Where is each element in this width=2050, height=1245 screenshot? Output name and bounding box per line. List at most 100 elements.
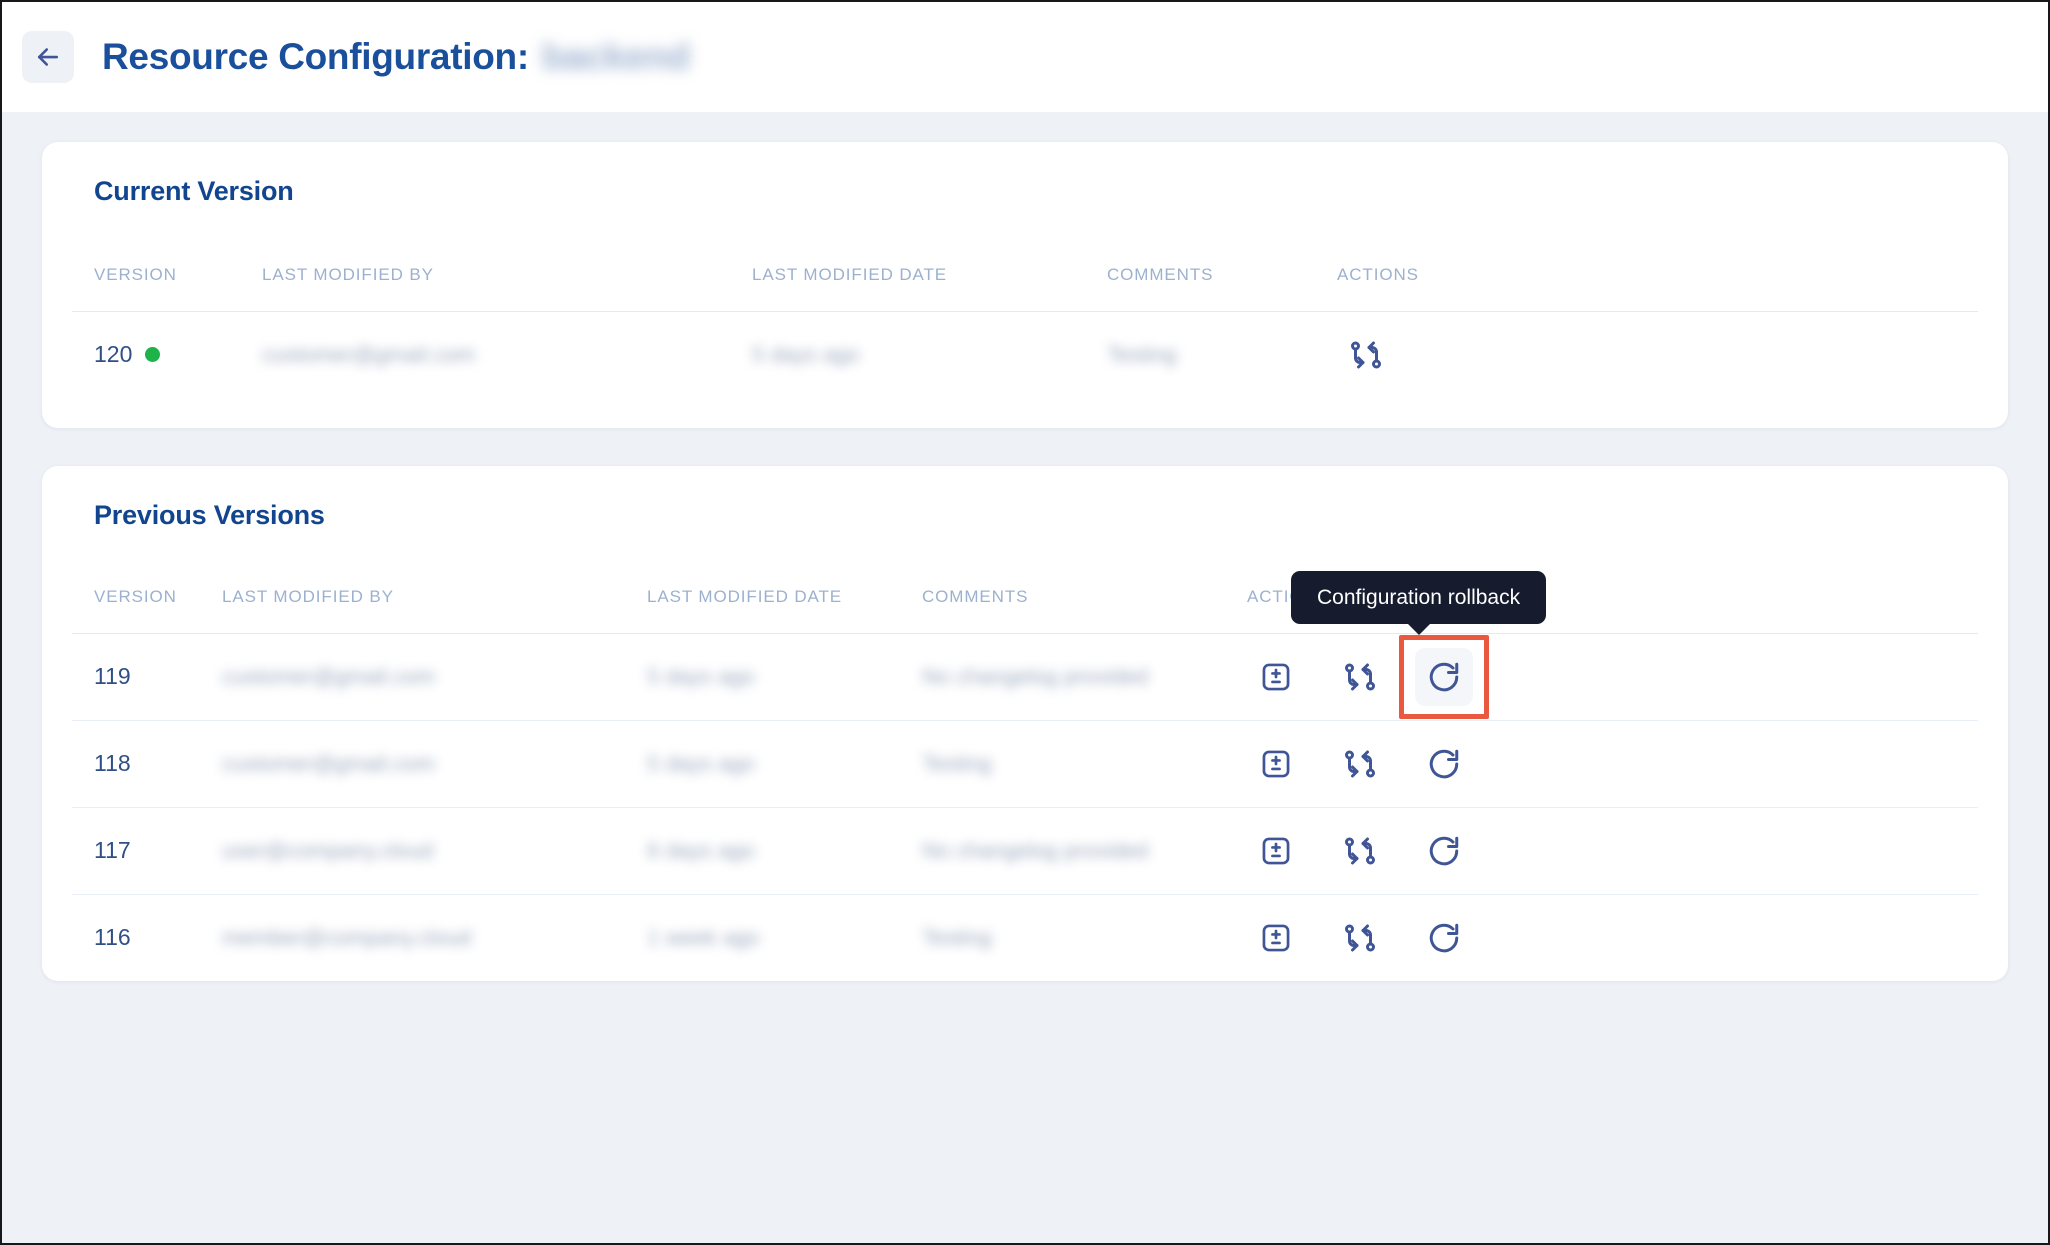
cell-actions <box>1247 720 1978 808</box>
rollback-button[interactable] <box>1415 735 1473 793</box>
rollback-button[interactable] <box>1415 822 1473 880</box>
cell-comments: Testing <box>1107 312 1337 398</box>
cell-modified-by: customer@gmail.com <box>222 720 647 808</box>
tooltip: Configuration rollback <box>1291 570 1547 624</box>
modified-by-value: user@company.cloud <box>222 837 434 863</box>
cell-modified-by: customer@gmail.com <box>262 312 752 398</box>
cell-comments: No changelog provided <box>922 633 1247 721</box>
diff-button[interactable] <box>1247 648 1305 706</box>
rollback-button[interactable]: Configuration rollback <box>1291 570 1547 719</box>
page-title-prefix: Resource Configuration: <box>102 36 529 77</box>
compare-icon <box>1348 337 1384 373</box>
diff-icon <box>1259 921 1293 955</box>
cell-modified-by: member@company.cloud <box>222 894 647 981</box>
table-row: 119 customer@gmail.com 5 days ago No cha… <box>72 570 1978 721</box>
page-title: Resource Configuration: backend <box>102 36 690 78</box>
cell-actions <box>1337 312 1978 398</box>
cell-comments: Testing <box>922 894 1247 981</box>
cell-comments: Testing <box>922 720 1247 808</box>
status-dot-active <box>145 347 161 363</box>
column-header-comments: COMMENTS <box>1107 207 1337 312</box>
arrow-left-icon <box>33 42 63 72</box>
modified-by-value: member@company.cloud <box>222 924 472 950</box>
rollback-icon <box>1426 833 1462 869</box>
current-version-card: Current Version VERSION LAST MODIFIED BY… <box>42 142 2008 428</box>
rollback-icon <box>1426 920 1462 956</box>
compare-button[interactable] <box>1331 735 1389 793</box>
table-row: 116 member@company.cloud 1 week ago Test… <box>72 894 1978 981</box>
cell-actions <box>1247 807 1978 895</box>
resource-name: backend <box>541 36 690 77</box>
modified-by-value: customer@gmail.com <box>222 750 436 776</box>
version-number: 120 <box>94 341 133 368</box>
diff-icon <box>1259 747 1293 781</box>
diff-button[interactable] <box>1247 822 1305 880</box>
comments-value: Testing <box>922 750 992 776</box>
compare-icon <box>1342 833 1378 869</box>
cell-modified-date: 1 week ago <box>647 894 922 981</box>
modified-date-value: 6 days ago <box>647 837 755 863</box>
compare-button[interactable] <box>1331 909 1389 967</box>
table-row: 118 customer@gmail.com 5 days ago Testin… <box>72 720 1978 808</box>
previous-versions-table-body: 119 customer@gmail.com 5 days ago No cha… <box>72 570 1978 981</box>
comments-value: Testing <box>1107 341 1177 367</box>
cell-version: 117 <box>72 807 222 895</box>
table-row: 120 customer@gmail.com 5 days ago Testin… <box>72 312 1978 398</box>
compare-button[interactable] <box>1331 648 1389 706</box>
comments-value: Testing <box>922 924 992 950</box>
comments-value: No changelog provided <box>922 837 1149 863</box>
cell-modified-date: 5 days ago <box>647 720 922 808</box>
modified-date-value: 5 days ago <box>647 750 755 776</box>
cell-comments: No changelog provided <box>922 807 1247 895</box>
diff-button[interactable] <box>1247 735 1305 793</box>
back-button[interactable] <box>22 31 74 83</box>
previous-versions-card: Previous Versions VERSION LAST MODIFIED … <box>42 465 2008 982</box>
modified-date-value: 5 days ago <box>647 663 755 689</box>
version-number: 118 <box>94 750 131 776</box>
page-header: Resource Configuration: backend <box>2 2 2048 112</box>
table-header-row: VERSION LAST MODIFIED BY LAST MODIFIED D… <box>72 530 1978 634</box>
compare-icon <box>1342 659 1378 695</box>
column-header-modified-by: LAST MODIFIED BY <box>222 530 647 634</box>
cell-modified-date: 6 days ago <box>647 807 922 895</box>
column-header-modified-date: LAST MODIFIED DATE <box>647 530 922 634</box>
diff-icon <box>1259 834 1293 868</box>
cell-modified-date: 5 days ago <box>647 633 922 721</box>
rollback-button[interactable] <box>1415 909 1473 967</box>
table-header-row: VERSION LAST MODIFIED BY LAST MODIFIED D… <box>72 207 1978 312</box>
diff-button[interactable] <box>1247 909 1305 967</box>
column-header-actions: ACTIONS <box>1337 207 1978 312</box>
column-header-modified-by: LAST MODIFIED BY <box>262 207 752 312</box>
version-number: 119 <box>94 663 131 689</box>
cell-version: 119 <box>72 633 222 721</box>
previous-versions-title: Previous Versions <box>94 499 325 530</box>
previous-versions-table: VERSION LAST MODIFIED BY LAST MODIFIED D… <box>72 530 1978 982</box>
column-header-comments: COMMENTS <box>922 530 1247 634</box>
cell-version: 120 <box>72 312 262 398</box>
modified-by-value: customer@gmail.com <box>222 663 436 689</box>
compare-button[interactable] <box>1331 822 1389 880</box>
diff-icon <box>1259 660 1293 694</box>
cell-version: 118 <box>72 720 222 808</box>
compare-button[interactable] <box>1337 326 1395 384</box>
previous-versions-table-head: VERSION LAST MODIFIED BY LAST MODIFIED D… <box>72 530 1978 634</box>
modified-date-value: 1 week ago <box>647 924 760 950</box>
cell-modified-date: 5 days ago <box>752 312 1107 398</box>
cell-modified-by: customer@gmail.com <box>222 633 647 721</box>
table-row: 117 user@company.cloud 6 days ago No cha… <box>72 807 1978 895</box>
modified-by-value: customer@gmail.com <box>262 341 476 367</box>
rollback-icon <box>1426 746 1462 782</box>
column-header-version: VERSION <box>72 530 222 634</box>
rollback-icon <box>1426 659 1462 695</box>
current-version-table-body: 120 customer@gmail.com 5 days ago Testin… <box>72 312 1978 398</box>
version-number: 117 <box>94 837 131 863</box>
cell-version: 116 <box>72 894 222 981</box>
version-number: 116 <box>94 924 131 951</box>
current-version-title: Current Version <box>94 176 294 206</box>
compare-icon <box>1342 746 1378 782</box>
cell-actions <box>1247 894 1978 981</box>
page-content: Current Version VERSION LAST MODIFIED BY… <box>2 112 2048 1243</box>
column-header-version: VERSION <box>72 207 262 312</box>
column-header-modified-date: LAST MODIFIED DATE <box>752 207 1107 312</box>
cell-modified-by: user@company.cloud <box>222 807 647 895</box>
